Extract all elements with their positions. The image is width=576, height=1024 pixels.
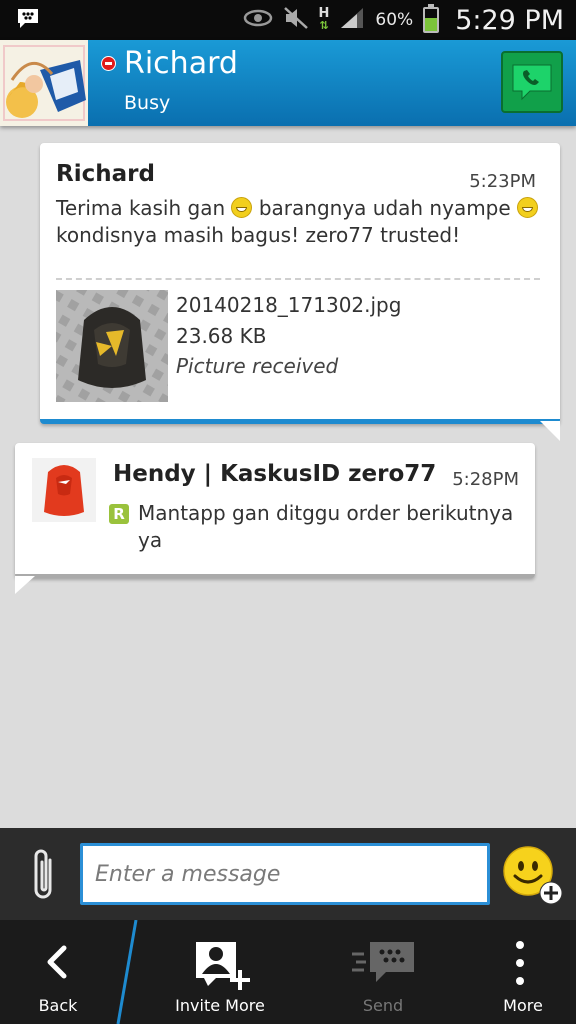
send-button[interactable]: Send [320, 920, 446, 1024]
chat-header: Richard Busy [0, 40, 576, 126]
message-text: Terima kasih gan barangnya udah nyampe k… [56, 195, 546, 249]
message-sender: Richard [56, 161, 155, 187]
paperclip-icon[interactable] [28, 846, 60, 906]
action-bar: Back Invite More Send More [0, 920, 576, 1024]
message-time: 5:28PM [452, 469, 519, 490]
call-button[interactable] [501, 51, 563, 113]
action-divider [116, 920, 138, 1024]
more-button[interactable]: More [470, 920, 576, 1024]
read-receipt-icon: R [109, 504, 129, 524]
message-text: Mantapp gan ditggu order berikutnya ya [138, 501, 514, 552]
clock: 5:29 PM [455, 4, 564, 36]
attachment-thumbnail[interactable] [56, 290, 168, 402]
send-label: Send [362, 996, 404, 1015]
overflow-menu-icon [516, 941, 524, 985]
emoticon-add-icon[interactable] [503, 846, 563, 906]
back-arrow-icon [47, 945, 67, 979]
message-text-part: Terima kasih gan [56, 196, 232, 220]
message-text-line: kondisnya masih bagus! zero77 trusted! [56, 223, 461, 247]
grin-emoji-icon [517, 197, 539, 218]
attachment-filename: 20140218_171302.jpg [176, 293, 402, 317]
send-bbm-icon [352, 942, 414, 982]
message-time: 5:23PM [469, 171, 536, 192]
attachment-status: Picture received [176, 354, 339, 378]
busy-icon [101, 56, 116, 71]
invite-more-label: Invite More [175, 996, 265, 1015]
battery-percent: 60% [375, 10, 414, 30]
eye-icon [243, 8, 273, 32]
contact-status: Busy [124, 92, 171, 114]
invite-contact-icon [196, 942, 250, 990]
compose-bar [0, 828, 576, 920]
battery-icon [423, 4, 440, 33]
network-type-icon: H ⇅ [318, 6, 330, 32]
invite-more-button[interactable]: Invite More [150, 920, 290, 1024]
message-bubble-incoming[interactable]: Richard 5:23PM Terima kasih gan barangny… [40, 143, 560, 441]
grin-emoji-icon [231, 197, 253, 218]
contact-avatar[interactable] [0, 40, 88, 126]
contact-name[interactable]: Richard [124, 46, 238, 81]
back-button[interactable]: Back [0, 920, 116, 1024]
status-bar: H ⇅ 60% 5:29 PM [0, 0, 576, 40]
back-label: Back [38, 996, 78, 1015]
signal-icon [339, 6, 365, 34]
more-label: More [503, 996, 543, 1015]
message-sender: Hendy | KaskusID zero77 [113, 461, 437, 487]
message-bubble-outgoing[interactable]: Hendy | KaskusID zero77 5:28PM R Mantapp… [15, 443, 535, 594]
phone-icon [512, 64, 552, 101]
message-text-part: barangnya udah nyampe [252, 196, 518, 220]
divider [56, 278, 540, 280]
attachment-size: 23.68 KB [176, 324, 267, 348]
message-input[interactable] [80, 843, 490, 905]
mute-icon [283, 6, 309, 34]
sender-avatar[interactable] [32, 458, 96, 522]
bbm-notification-icon [16, 8, 40, 30]
